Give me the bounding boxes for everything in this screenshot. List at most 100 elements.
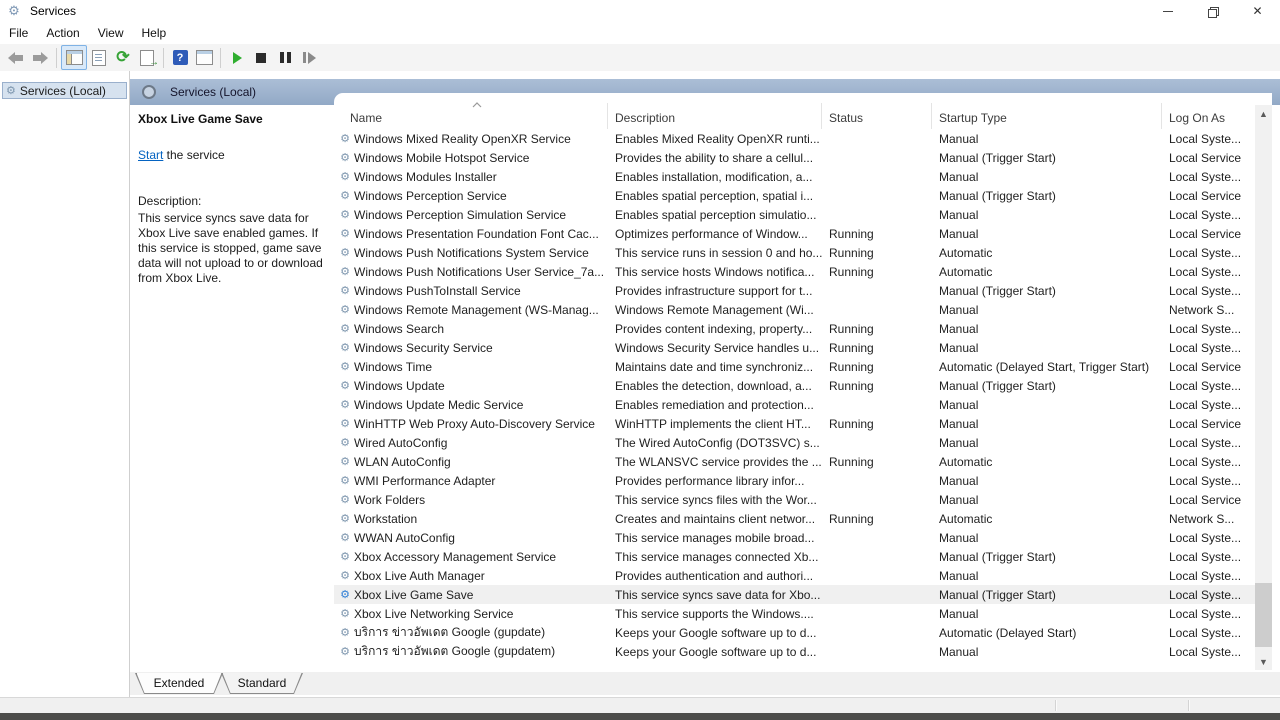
service-row[interactable]: ⚙Windows Modules Installer Enables insta…	[334, 167, 1272, 186]
pause-service-button[interactable]	[273, 46, 297, 69]
service-gear-icon: ⚙	[338, 189, 352, 202]
service-gear-icon: ⚙	[338, 170, 352, 183]
minimize-button[interactable]	[1145, 0, 1190, 22]
service-startup-type-cell: Automatic	[932, 455, 1162, 469]
menu-action[interactable]: Action	[37, 23, 88, 43]
menu-help[interactable]: Help	[133, 23, 176, 43]
service-startup-type-cell: Automatic (Delayed Start)	[932, 626, 1162, 640]
service-row[interactable]: ⚙Windows Update Enables the detection, d…	[334, 376, 1272, 395]
service-row[interactable]: ⚙Windows Presentation Foundation Font Ca…	[334, 224, 1272, 243]
show-console-tree-button[interactable]	[61, 45, 87, 70]
extended-view-button[interactable]	[192, 46, 216, 69]
service-gear-icon: ⚙	[338, 246, 352, 259]
service-gear-icon: ⚙	[338, 607, 352, 620]
service-startup-type-cell: Manual	[932, 645, 1162, 659]
export-list-button[interactable]	[135, 46, 159, 69]
scroll-down-button[interactable]: ▼	[1255, 653, 1272, 670]
scrollbar-thumb[interactable]	[1255, 583, 1272, 647]
start-service-button[interactable]	[225, 46, 249, 69]
column-header-name[interactable]: Name	[334, 103, 608, 129]
menu-file[interactable]: File	[0, 23, 37, 43]
service-description-cell: Windows Remote Management (Wi...	[608, 303, 822, 317]
service-row[interactable]: ⚙WWAN AutoConfig This service manages mo…	[334, 528, 1272, 547]
column-header-description[interactable]: Description	[608, 103, 822, 129]
service-row[interactable]: ⚙บริการ ข่าวอัพเดต Google (gupdatem) Kee…	[334, 642, 1272, 661]
service-name-cell: ⚙Work Folders	[334, 493, 608, 507]
service-row[interactable]: ⚙Wired AutoConfig The Wired AutoConfig (…	[334, 433, 1272, 452]
service-name-cell: ⚙Windows Perception Simulation Service	[334, 208, 608, 222]
service-row[interactable]: ⚙Windows Perception Service Enables spat…	[334, 186, 1272, 205]
status-bar-divider	[1055, 700, 1057, 711]
service-gear-icon: ⚙	[338, 322, 352, 335]
service-row[interactable]: ⚙WLAN AutoConfig The WLANSVC service pro…	[334, 452, 1272, 471]
stop-service-button[interactable]	[249, 46, 273, 69]
service-description-cell: Provides the ability to share a cellul..…	[608, 151, 822, 165]
pause-service-icon	[280, 52, 291, 63]
services-pane-icon	[142, 85, 156, 99]
service-row[interactable]: ⚙Windows Time Maintains date and time sy…	[334, 357, 1272, 376]
service-row[interactable]: ⚙Windows Perception Simulation Service E…	[334, 205, 1272, 224]
service-description-cell: Creates and maintains client networ...	[608, 512, 822, 526]
column-header-log-on-as[interactable]: Log On As	[1162, 103, 1255, 129]
service-row[interactable]: ⚙Xbox Live Auth Manager Provides authent…	[334, 566, 1272, 585]
service-row[interactable]: ⚙Work Folders This service syncs files w…	[334, 490, 1272, 509]
service-startup-type-cell: Manual	[932, 341, 1162, 355]
close-button[interactable]: ✕	[1235, 0, 1280, 22]
service-row[interactable]: ⚙Windows Push Notifications User Service…	[334, 262, 1272, 281]
service-row[interactable]: ⚙WinHTTP Web Proxy Auto-Discovery Servic…	[334, 414, 1272, 433]
service-row[interactable]: ⚙Xbox Live Game Save This service syncs …	[334, 585, 1272, 604]
scroll-up-button[interactable]: ▲	[1255, 105, 1272, 122]
service-row[interactable]: ⚙Windows Search Provides content indexin…	[334, 319, 1272, 338]
tree-item-services-local[interactable]: ⚙ Services (Local)	[2, 82, 127, 99]
restore-icon	[1208, 7, 1217, 16]
column-header-startup-type[interactable]: Startup Type	[932, 103, 1162, 129]
service-row[interactable]: ⚙WMI Performance Adapter Provides perfor…	[334, 471, 1272, 490]
service-name-cell: ⚙Xbox Live Auth Manager	[334, 569, 608, 583]
service-gear-icon: ⚙	[338, 151, 352, 164]
service-gear-icon: ⚙	[338, 132, 352, 145]
service-startup-type-cell: Manual	[932, 474, 1162, 488]
restart-service-button[interactable]	[297, 46, 321, 69]
properties-icon	[92, 50, 106, 66]
service-description-cell: Enables installation, modification, a...	[608, 170, 822, 184]
vertical-scrollbar[interactable]: ▲ ▼	[1255, 105, 1272, 670]
service-row[interactable]: ⚙Workstation Creates and maintains clien…	[334, 509, 1272, 528]
column-header-status[interactable]: Status	[822, 103, 932, 129]
tab-extended-label: Extended	[137, 673, 222, 693]
service-row[interactable]: ⚙Windows Mobile Hotspot Service Provides…	[334, 148, 1272, 167]
export-list-icon	[140, 50, 154, 66]
service-row[interactable]: ⚙Windows Update Medic Service Enables re…	[334, 395, 1272, 414]
service-name-cell: ⚙Windows Push Notifications System Servi…	[334, 246, 608, 260]
list-header-row: Name Description Status Startup Type Log…	[334, 93, 1255, 129]
service-row[interactable]: ⚙Windows PushToInstall Service Provides …	[334, 281, 1272, 300]
service-row[interactable]: ⚙Xbox Accessory Management Service This …	[334, 547, 1272, 566]
service-startup-type-cell: Manual (Trigger Start)	[932, 151, 1162, 165]
refresh-button[interactable]: ⟳	[111, 46, 135, 69]
tab-extended[interactable]: Extended	[135, 673, 223, 694]
service-row[interactable]: ⚙บริการ ข่าวอัพเดต Google (gupdate) Keep…	[334, 623, 1272, 642]
service-status-cell: Running	[822, 379, 932, 393]
help-button[interactable]: ?	[168, 46, 192, 69]
service-row[interactable]: ⚙Windows Remote Management (WS-Manag... …	[334, 300, 1272, 319]
start-service-link[interactable]: Start	[138, 148, 163, 162]
tab-standard[interactable]: Standard	[221, 673, 303, 694]
restore-button[interactable]	[1190, 0, 1235, 22]
service-description-cell: This service syncs files with the Wor...	[608, 493, 822, 507]
service-row[interactable]: ⚙Windows Mixed Reality OpenXR Service En…	[334, 129, 1272, 148]
selected-service-title: Xbox Live Game Save	[138, 112, 326, 126]
service-row[interactable]: ⚙Windows Push Notifications System Servi…	[334, 243, 1272, 262]
properties-button[interactable]	[87, 46, 111, 69]
service-description-cell: Windows Security Service handles u...	[608, 341, 822, 355]
window-title: Services	[30, 4, 76, 18]
service-name-cell: ⚙WWAN AutoConfig	[334, 531, 608, 545]
service-description-cell: Provides infrastructure support for t...	[608, 284, 822, 298]
service-row[interactable]: ⚙Xbox Live Networking Service This servi…	[334, 604, 1272, 623]
service-startup-type-cell: Manual	[932, 493, 1162, 507]
menu-view[interactable]: View	[89, 23, 133, 43]
service-description: This service syncs save data for Xbox Li…	[138, 211, 326, 286]
forward-button[interactable]	[28, 46, 52, 69]
service-row[interactable]: ⚙Windows Security Service Windows Securi…	[334, 338, 1272, 357]
service-startup-type-cell: Manual	[932, 398, 1162, 412]
service-description-cell: WinHTTP implements the client HT...	[608, 417, 822, 431]
back-button[interactable]	[4, 46, 28, 69]
